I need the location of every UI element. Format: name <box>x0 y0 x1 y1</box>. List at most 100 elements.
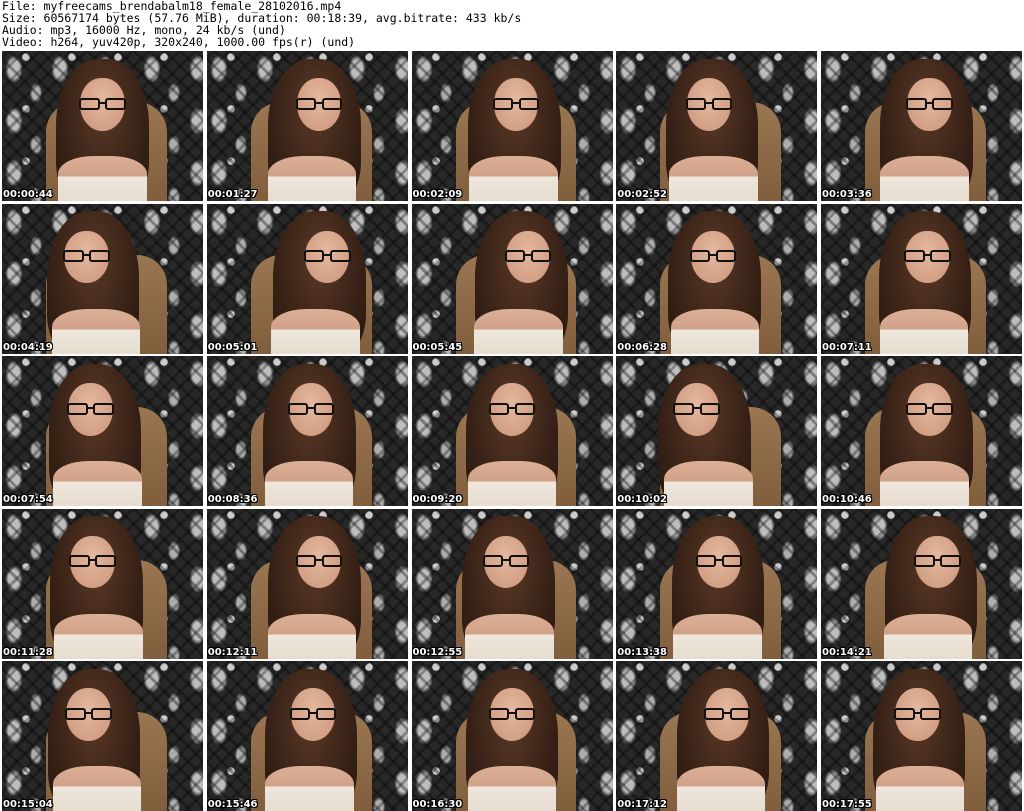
frame-timestamp: 00:08:36 <box>207 494 258 505</box>
person-torso <box>51 308 141 354</box>
glasses-icon <box>673 402 721 415</box>
video-frame-thumbnail: 00:10:02 <box>616 356 818 506</box>
person-torso <box>664 461 753 506</box>
frame-timestamp: 00:03:36 <box>822 189 872 200</box>
frame-timestamp: 00:15:04 <box>3 799 53 810</box>
video-frame-thumbnail: 00:07:11 <box>821 203 1022 354</box>
frame-timestamp: 00:10:46 <box>822 494 872 505</box>
video-frame-thumbnail: 00:16:30 <box>411 661 613 811</box>
glasses-icon <box>703 707 751 720</box>
person-torso <box>267 156 357 201</box>
frame-timestamp: 00:00:44 <box>3 189 53 200</box>
frame-timestamp: 00:11:28 <box>3 646 53 658</box>
frame-timestamp: 00:05:01 <box>207 341 258 353</box>
video-frame-thumbnail: 00:04:19 <box>2 203 203 354</box>
person-torso <box>880 156 969 201</box>
frame-timestamp: 00:12:11 <box>207 646 258 658</box>
video-frame-thumbnail: 00:11:28 <box>2 508 203 659</box>
video-frame-thumbnail: 00:12:55 <box>411 508 613 659</box>
frame-timestamp: 00:06:28 <box>617 341 667 353</box>
video-frame-thumbnail: 00:10:46 <box>821 356 1022 506</box>
glasses-icon <box>905 97 953 110</box>
frame-timestamp: 00:14:21 <box>822 646 872 658</box>
frame-timestamp: 00:16:30 <box>412 799 463 810</box>
glasses-icon <box>66 402 114 415</box>
video-frame-thumbnail: 00:09:20 <box>411 356 613 506</box>
video-frame-thumbnail: 00:00:44 <box>2 51 203 201</box>
glasses-icon <box>913 555 961 567</box>
glasses-icon <box>68 555 116 567</box>
person-torso <box>54 613 143 659</box>
person-torso <box>467 766 557 811</box>
person-torso <box>880 461 969 506</box>
glasses-icon <box>289 707 337 720</box>
person-torso <box>669 156 758 201</box>
glasses-icon <box>905 402 953 415</box>
person-torso <box>673 613 762 659</box>
frame-timestamp: 00:04:19 <box>3 341 53 353</box>
frame-timestamp: 00:07:54 <box>3 494 53 505</box>
glasses-icon <box>295 97 343 110</box>
video-frame-thumbnail: 00:12:11 <box>206 508 408 659</box>
video-frame-thumbnail: 00:17:55 <box>821 661 1022 811</box>
video-frame-thumbnail: 00:05:01 <box>206 203 408 354</box>
glasses-icon <box>685 97 733 110</box>
person-torso <box>676 766 765 811</box>
frame-timestamp: 00:10:02 <box>617 494 667 505</box>
frame-timestamp: 00:09:20 <box>412 494 463 505</box>
frame-timestamp: 00:17:55 <box>822 799 872 810</box>
person-torso <box>469 156 558 201</box>
glasses-icon <box>492 97 540 110</box>
video-frame-thumbnail: 00:17:12 <box>616 661 818 811</box>
video-frame-thumbnail: 00:02:52 <box>616 51 818 201</box>
frame-timestamp: 00:15:46 <box>207 799 258 810</box>
glasses-icon <box>695 555 743 567</box>
glasses-icon <box>295 555 343 567</box>
thumbnail-grid: 00:00:44 00:01:27 00:02:09 00:02:52 00:03:36… <box>2 51 1022 811</box>
video-frame-thumbnail: 00:07:54 <box>2 356 203 506</box>
glasses-icon <box>689 250 737 262</box>
person-torso <box>670 308 760 354</box>
glasses-icon <box>893 707 941 720</box>
video-frame-thumbnail: 00:03:36 <box>821 51 1022 201</box>
person-torso <box>875 766 965 811</box>
person-torso <box>465 613 554 659</box>
person-torso <box>467 461 557 506</box>
person-torso <box>58 156 147 201</box>
video-frame-thumbnail: 00:06:28 <box>616 203 818 354</box>
person-torso <box>474 308 563 354</box>
person-torso <box>52 766 142 811</box>
person-torso <box>271 308 360 354</box>
glasses-icon <box>64 707 112 720</box>
glasses-icon <box>482 555 530 567</box>
glasses-icon <box>488 707 536 720</box>
video-frame-thumbnail: 00:13:38 <box>616 508 818 659</box>
glasses-icon <box>287 402 335 415</box>
person-torso <box>883 613 973 659</box>
video-frame-thumbnail: 00:08:36 <box>206 356 408 506</box>
person-torso <box>267 613 357 659</box>
video-frame-thumbnail: 00:15:46 <box>206 661 408 811</box>
frame-timestamp: 00:07:11 <box>822 341 872 353</box>
glasses-icon <box>78 97 126 110</box>
person-torso <box>265 766 354 811</box>
video-frame-thumbnail: 00:14:21 <box>821 508 1022 659</box>
glasses-icon <box>62 250 110 262</box>
file-info-header: File: myfreecams_brendabalm18_female_281… <box>2 0 1022 50</box>
video-frame-thumbnail: 00:01:27 <box>206 51 408 201</box>
frame-timestamp: 00:13:38 <box>617 646 667 658</box>
frame-timestamp: 00:02:52 <box>617 189 667 200</box>
person-torso <box>879 308 969 354</box>
frame-timestamp: 00:17:12 <box>617 799 667 810</box>
frame-timestamp: 00:12:55 <box>412 646 463 658</box>
person-torso <box>53 461 142 506</box>
glasses-icon <box>488 402 536 415</box>
frame-timestamp: 00:02:09 <box>412 189 463 200</box>
glasses-icon <box>903 250 951 262</box>
glasses-icon <box>504 250 552 262</box>
frame-timestamp: 00:01:27 <box>207 189 258 200</box>
person-torso <box>264 461 354 506</box>
video-frame-thumbnail: 00:05:45 <box>411 203 613 354</box>
video-info-line: Video: h264, yuv420p, 320x240, 1000.00 f… <box>2 35 356 49</box>
video-frame-thumbnail: 00:02:09 <box>411 51 613 201</box>
